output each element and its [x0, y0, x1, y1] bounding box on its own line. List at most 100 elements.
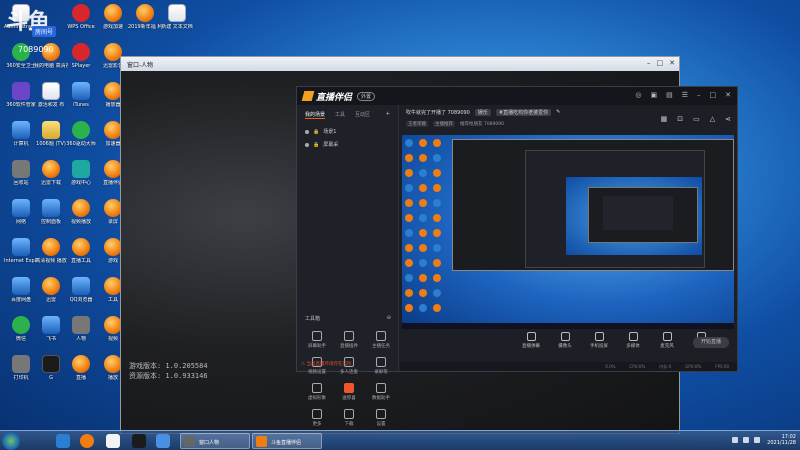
desktop-icon[interactable]: 直播 [64, 355, 98, 381]
desktop-icon[interactable]: G [34, 355, 68, 381]
toolbar-button[interactable]: 直播弹幕 [520, 332, 542, 349]
add-scene-icon[interactable]: + [386, 111, 390, 119]
desktop-icon[interactable]: 网络 [4, 199, 38, 225]
bell-icon[interactable]: △ [710, 115, 715, 123]
collapse-icon[interactable]: ⊖ [387, 315, 391, 322]
scene-item[interactable]: 🔒 屏幕采 [297, 138, 398, 151]
g-app-icon[interactable] [132, 434, 146, 448]
tool-button[interactable]: 录屏等 [365, 357, 397, 375]
desktop-icon[interactable]: 视频播放 [64, 199, 98, 225]
desktop-icon-label: 直播工具 [70, 258, 91, 264]
desktop-icon[interactable]: 360软件管家 [4, 82, 38, 108]
tool-button[interactable]: 设置 [365, 409, 397, 427]
tab-scenes[interactable]: 我的场景 [305, 111, 326, 119]
tool-button[interactable]: 主播任务 [365, 331, 397, 349]
desktop-icon[interactable]: 1006题 (TV) [34, 121, 68, 147]
recommend-pill[interactable]: 主播推荐 [433, 121, 455, 127]
desktop-icon[interactable]: 计算机 [4, 121, 38, 147]
visibility-icon[interactable] [305, 142, 309, 147]
desktop-icon[interactable]: 激活和发 布 [34, 82, 68, 108]
app-version-badge[interactable]: 外置 [357, 91, 376, 101]
visibility-icon[interactable] [305, 129, 309, 134]
minimize-icon[interactable]: – [647, 59, 651, 67]
desktop-icon[interactable]: 新建 文本文档 [160, 4, 194, 30]
desktop-icon[interactable]: 游戏加速 [96, 4, 130, 30]
layout-icon[interactable]: ▦ [661, 115, 668, 123]
lock-icon[interactable]: ⊡ [677, 115, 683, 123]
tool-button[interactable]: 屏幕助手 [301, 331, 333, 349]
preview-canvas[interactable] [402, 135, 734, 329]
task-live-companion[interactable]: 斗鱼直播伴侣 [252, 433, 322, 449]
feishu-icon[interactable] [156, 434, 170, 448]
close-icon[interactable]: ✕ [725, 91, 731, 99]
share-icon[interactable]: ⋖ [725, 115, 731, 123]
skin-icon[interactable]: ▣ [650, 91, 657, 99]
desktop-icon[interactable]: 直播工具 [64, 238, 98, 264]
app-titlebar[interactable]: 直播伴侣 外置 ◎ ▣ ▤ ☰ – □ ✕ [297, 87, 737, 105]
risk-warning[interactable]: ⚠ 当前直播环境存在风险 [301, 361, 351, 367]
tab-interact[interactable]: 互动区 [355, 111, 370, 119]
toolbar-label: 麦克风 [660, 344, 674, 349]
close-icon[interactable]: ✕ [669, 59, 675, 67]
avatar-icon[interactable]: ◎ [635, 91, 641, 99]
desktop-icon[interactable]: 人物 [64, 316, 98, 342]
maximize-icon[interactable]: □ [710, 91, 717, 99]
lock-icon[interactable]: 🔒 [313, 129, 319, 135]
player-icon[interactable] [80, 434, 94, 448]
desktop-icon[interactable]: Internet Explorer [4, 238, 38, 264]
desktop-icon[interactable]: WPS Office [64, 4, 98, 30]
game-pill[interactable]: 王者荣耀 [406, 121, 428, 127]
desktop-icon[interactable]: 高清视频 播放 [34, 238, 68, 264]
desktop-icon[interactable]: iTunes [64, 82, 98, 108]
flag-icon[interactable] [754, 437, 760, 443]
clock[interactable]: 17:02 2021/11/28 [767, 434, 796, 446]
desktop-icon[interactable]: 游戏中心 [64, 160, 98, 186]
tool-button[interactable]: 数据助手 [365, 383, 397, 401]
desktop-icon[interactable]: 微信 [4, 316, 38, 342]
live-companion-app[interactable]: 直播伴侣 外置 ◎ ▣ ▤ ☰ – □ ✕ 我的场景 工具 互动区 + 🔒 场景… [296, 86, 738, 427]
desktop-icon[interactable]: QQ浏览器 [64, 277, 98, 303]
lock-icon[interactable]: 🔒 [313, 142, 319, 148]
desktop-icon[interactable]: SPlayer [64, 43, 98, 69]
network-icon[interactable] [732, 437, 738, 443]
settings-icon[interactable]: ☰ [682, 91, 688, 99]
desktop-icon[interactable]: 2019新年福 利美图 [128, 4, 162, 30]
minimize-icon[interactable]: – [697, 91, 701, 99]
share-pill[interactable]: 推荐给朋友 7089090 [460, 121, 504, 127]
screen-icon[interactable]: ▭ [693, 115, 700, 123]
desktop-icon[interactable]: 迅雷下载 [34, 160, 68, 186]
desktop-icon[interactable]: 控制面板 [34, 199, 68, 225]
desktop-icon[interactable]: 迅雷 [34, 277, 68, 303]
tool-button[interactable]: 更多 [301, 409, 333, 427]
tool-button[interactable]: 虚拟形象 [301, 383, 333, 401]
tool-button[interactable]: 直播插件 [333, 331, 365, 349]
ie-icon[interactable] [56, 434, 70, 448]
preview-titlebar[interactable]: 窗口-人物 – □ ✕ [121, 57, 679, 71]
category-pill[interactable]: 娱乐 [474, 108, 491, 116]
tool-button[interactable]: 下载 [333, 409, 365, 427]
app-icon [12, 238, 30, 256]
desktop-icon[interactable]: 360驱动大师 [64, 121, 98, 147]
announce-pill[interactable]: #直播吃鸡你老婆爱你 [495, 108, 552, 116]
tab-tools[interactable]: 工具 [335, 111, 345, 119]
toolbar-button[interactable]: 摄像头 [554, 332, 576, 349]
toolbar-button[interactable]: 麦克风 [656, 332, 678, 349]
scene-item[interactable]: 🔒 场景1 [297, 125, 398, 138]
desktop-icon[interactable]: 回收站 [4, 160, 38, 186]
desktop-icon[interactable]: 打印机 [4, 355, 38, 381]
volume-icon[interactable] [743, 437, 749, 443]
desktop-icon[interactable]: 百度网盘 [4, 277, 38, 303]
toolbar-button[interactable]: 手机投屏 [588, 332, 610, 349]
toolbar-button[interactable]: 多媒体 [622, 332, 644, 349]
start-live-button[interactable]: 开始直播 [693, 337, 729, 348]
maximize-icon[interactable]: □ [657, 59, 664, 67]
system-tray[interactable] [732, 437, 760, 443]
stream-title[interactable]: 吹牛就完了开播了 7089090 [406, 109, 470, 116]
document-icon[interactable] [106, 434, 120, 448]
desktop-icon[interactable]: 飞书 [34, 316, 68, 342]
message-icon[interactable]: ▤ [666, 91, 673, 99]
tool-button[interactable]: 送惊喜 [333, 383, 365, 401]
task-preview[interactable]: 窗口人物 [180, 433, 250, 449]
start-button[interactable] [2, 432, 20, 450]
edit-icon[interactable]: ✎ [556, 109, 560, 115]
